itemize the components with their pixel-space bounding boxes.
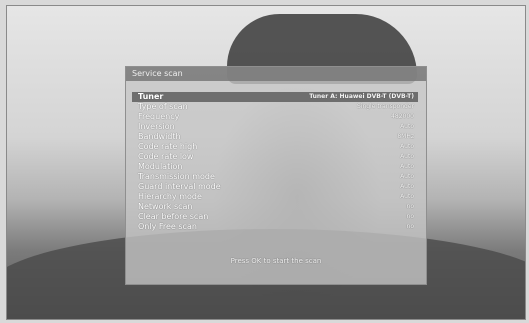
setting-label: Modulation [138,162,183,171]
setting-value[interactable]: 8MHz [397,132,414,142]
tv-screen: Service scan Tuner Tuner A: Huawei DVB-T… [6,5,526,320]
setting-label: Inversion [138,122,175,131]
setting-value[interactable]: Tuner A: Huawei DVB-T (DVB-T) [309,92,414,102]
setting-value[interactable]: Auto [400,122,414,132]
setting-value[interactable]: Auto [400,162,414,172]
setting-label: Only Free scan [138,222,197,231]
setting-row-hierarchy-mode[interactable]: Hierarchy mode Auto [132,192,418,202]
setting-label: Code rate high [138,142,198,151]
setting-value[interactable]: Auto [400,172,414,182]
setting-row-code-rate-high[interactable]: Code rate high Auto [132,142,418,152]
setting-row-guard-interval-mode[interactable]: Guard interval mode Auto [132,182,418,192]
setting-value[interactable]: Auto [400,152,414,162]
setting-row-tuner[interactable]: Tuner Tuner A: Huawei DVB-T (DVB-T) [132,92,418,102]
setting-label: Hierarchy mode [138,192,202,201]
setting-value[interactable]: Single transponder [357,102,414,112]
setting-value[interactable]: no [407,212,414,222]
start-scan-hint: Press OK to start the scan [230,257,322,265]
setting-row-code-rate-low[interactable]: Code rate low Auto [132,152,418,162]
setting-row-modulation[interactable]: Modulation Auto [132,162,418,172]
setting-row-type-of-scan[interactable]: Type of scan Single transponder [132,102,418,112]
setting-label: Type of scan [138,102,188,111]
setting-row-transmission-mode[interactable]: Transmission mode Auto [132,172,418,182]
setting-label: Guard interval mode [138,182,221,191]
setting-row-only-free-scan[interactable]: Only Free scan no [132,222,418,232]
setting-value[interactable]: no [407,202,414,212]
setting-label: Code rate low [138,152,194,161]
settings-list: Tuner Tuner A: Huawei DVB-T (DVB-T) Type… [132,92,418,232]
setting-value[interactable]: 482000 [391,112,414,122]
setting-label: Tuner [138,92,164,101]
setting-label: Frequency [138,112,180,121]
setting-value[interactable]: Auto [400,192,414,202]
setting-row-bandwidth[interactable]: Bandwidth 8MHz [132,132,418,142]
dialog-title: Service scan [126,67,426,81]
setting-row-frequency[interactable]: Frequency 482000 [132,112,418,122]
service-scan-dialog: Service scan Tuner Tuner A: Huawei DVB-T… [125,66,427,285]
setting-label: Transmission mode [138,172,215,181]
setting-label: Bandwidth [138,132,181,141]
setting-value[interactable]: no [407,222,414,232]
setting-value[interactable]: Auto [400,142,414,152]
setting-row-clear-before-scan[interactable]: Clear before scan no [132,212,418,222]
setting-row-inversion[interactable]: Inversion Auto [132,122,418,132]
setting-row-network-scan[interactable]: Network scan no [132,202,418,212]
setting-label: Network scan [138,202,193,211]
setting-value[interactable]: Auto [400,182,414,192]
setting-label: Clear before scan [138,212,209,221]
